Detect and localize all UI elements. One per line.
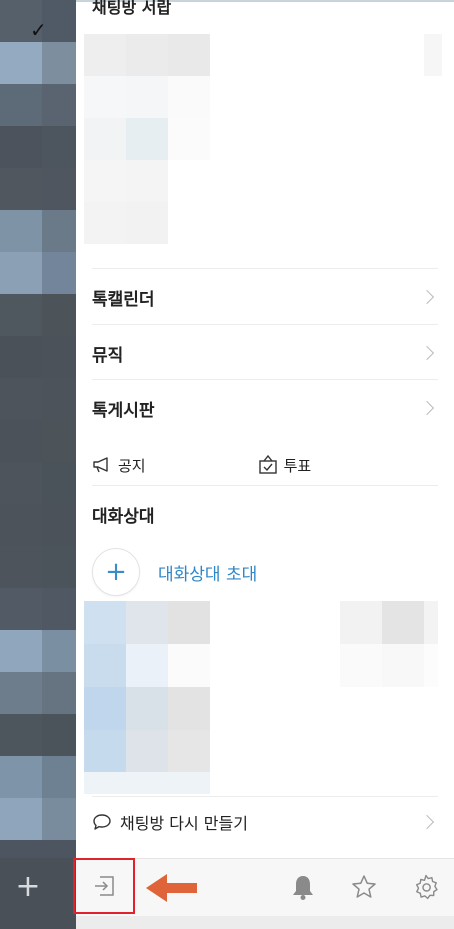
- vote-label: 투표: [283, 456, 312, 475]
- megaphone-icon: [93, 457, 108, 473]
- vote-button[interactable]: 투표: [258, 455, 312, 476]
- row-talk-calendar[interactable]: 톡캘린더: [92, 268, 438, 325]
- bottom-strip: [76, 916, 454, 929]
- quick-actions: 공지 투표: [92, 445, 438, 486]
- media-thumbnail-edge: [424, 34, 442, 76]
- notice-label: 공지: [118, 456, 146, 475]
- recreate-chatroom-row[interactable]: 채팅방 다시 만들기: [92, 796, 438, 847]
- row-talk-board[interactable]: 톡게시판: [92, 379, 438, 436]
- notice-button[interactable]: 공지: [92, 455, 146, 476]
- member-list-edge: [84, 772, 210, 794]
- invite-member-button[interactable]: + 대화상대 초대: [92, 548, 257, 596]
- recreate-label: 채팅방 다시 만들기: [120, 814, 248, 833]
- back-arrow-icon[interactable]: ✓: [30, 18, 47, 42]
- blurred-chat-background: [0, 0, 76, 929]
- annotation-arrow-icon: [146, 874, 197, 902]
- plus-icon: +: [92, 548, 140, 596]
- gear-icon[interactable]: [412, 873, 440, 901]
- row-music[interactable]: 뮤직: [92, 324, 438, 381]
- section-title: 채팅방 서랍: [92, 0, 172, 17]
- chevron-right-icon: [419, 814, 435, 830]
- ballot-icon: [258, 455, 277, 474]
- leave-chatroom-button[interactable]: [73, 858, 135, 914]
- media-thumbnail-grid[interactable]: [84, 34, 210, 244]
- members-heading: 대화상대: [92, 507, 155, 527]
- exit-icon: [95, 876, 114, 896]
- speech-bubble-icon: [93, 814, 111, 830]
- row-label: 톡캘린더: [92, 289, 155, 310]
- star-icon[interactable]: [350, 873, 378, 901]
- row-label: 톡게시판: [92, 400, 155, 421]
- chevron-right-icon: [419, 400, 435, 416]
- row-label: 뮤직: [92, 345, 124, 366]
- member-list-right: [340, 601, 438, 687]
- chevron-right-icon: [419, 345, 435, 361]
- invite-label: 대화상대 초대: [158, 564, 258, 585]
- member-list[interactable]: [84, 601, 210, 773]
- add-icon[interactable]: +: [14, 872, 42, 902]
- bell-icon[interactable]: [290, 873, 316, 901]
- chevron-right-icon: [419, 289, 435, 305]
